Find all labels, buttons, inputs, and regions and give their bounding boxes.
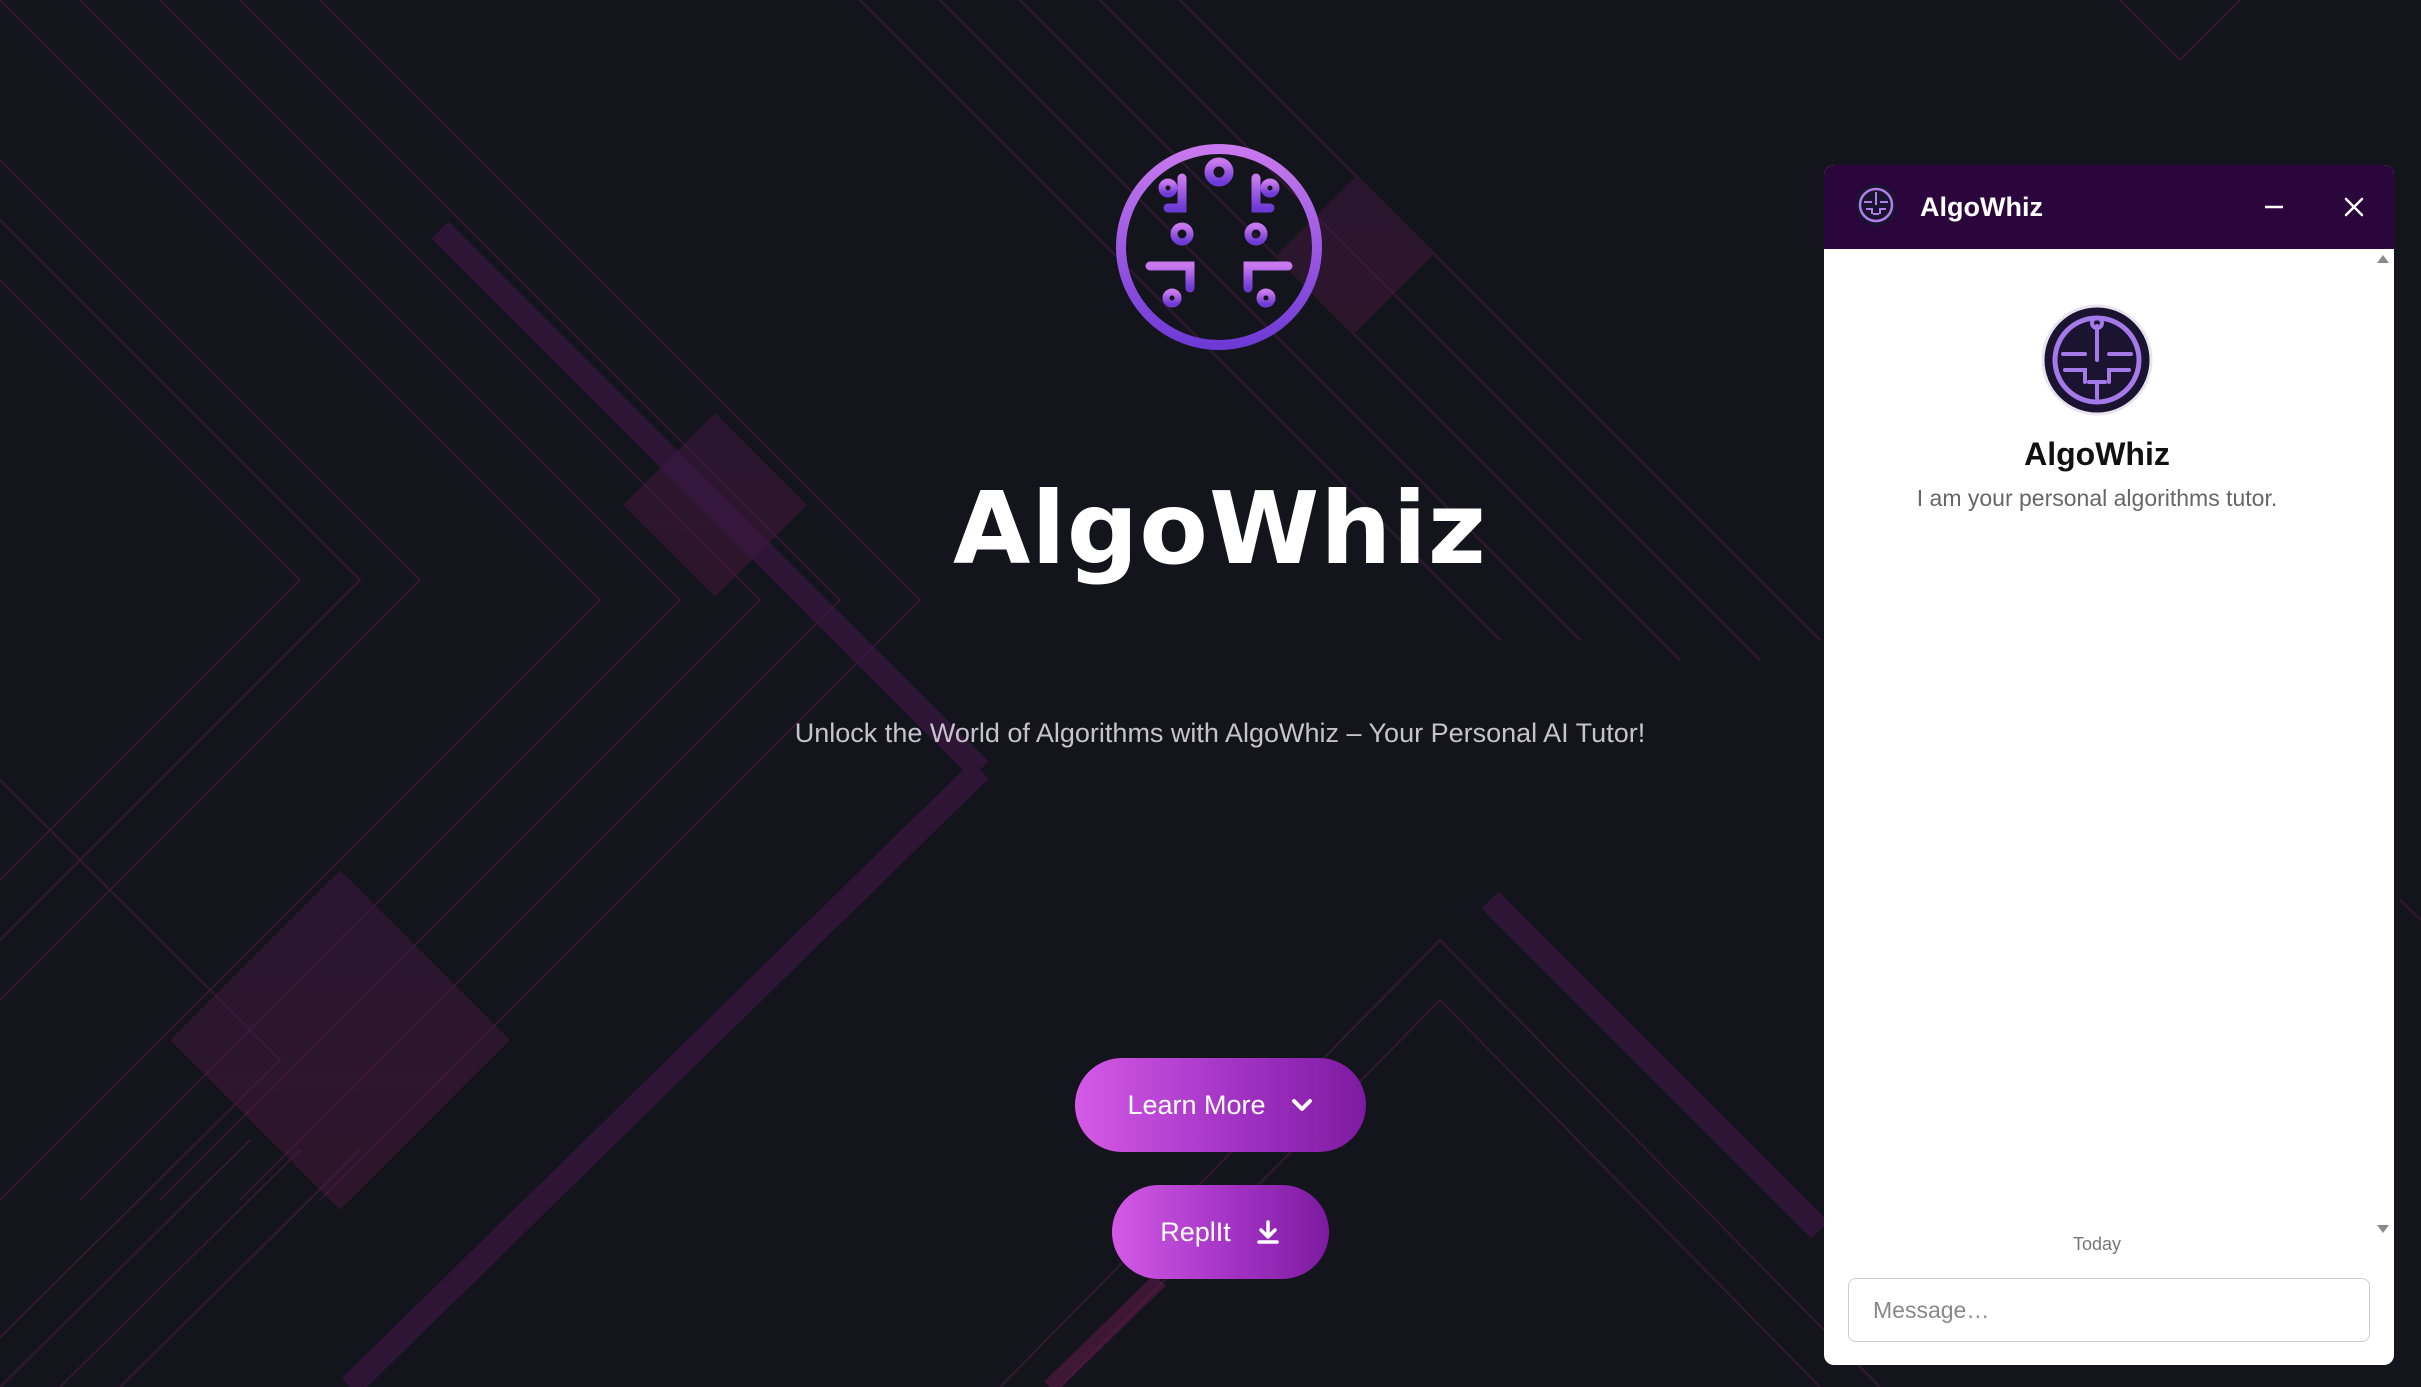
learn-more-label: Learn More [1127, 1089, 1266, 1120]
download-icon [1255, 1219, 1281, 1245]
chat-scrollbar[interactable] [2372, 249, 2394, 1239]
hero-section: AlgoWhiz Unlock the World of Algorithms … [0, 0, 1820, 1387]
message-input[interactable] [1848, 1278, 2370, 1342]
chat-header-title: AlgoWhiz [1920, 191, 2043, 222]
bot-avatar [2041, 304, 2153, 416]
chat-header: AlgoWhiz [1824, 165, 2394, 249]
close-icon[interactable] [2336, 189, 2372, 225]
circuit-brain-icon [1110, 138, 1328, 356]
bot-name: AlgoWhiz [2024, 436, 2170, 472]
chevron-down-icon [1290, 1093, 1314, 1117]
replit-label: ReplIt [1160, 1216, 1231, 1247]
chat-body: AlgoWhiz I am your personal algorithms t… [1824, 249, 2394, 1318]
learn-more-button[interactable]: Learn More [1075, 1058, 1366, 1152]
bot-description: I am your personal algorithms tutor. [1916, 485, 2278, 511]
chat-widget: AlgoWhiz AlgoWhiz I am your personal alg… [1824, 165, 2394, 1365]
minimize-icon[interactable] [2256, 189, 2292, 225]
replit-button[interactable]: ReplIt [1112, 1185, 1329, 1279]
chat-avatar [1854, 183, 1898, 231]
bot-intro: AlgoWhiz I am your personal algorithms t… [1824, 304, 2370, 512]
date-divider: Today [2072, 1234, 2122, 1254]
